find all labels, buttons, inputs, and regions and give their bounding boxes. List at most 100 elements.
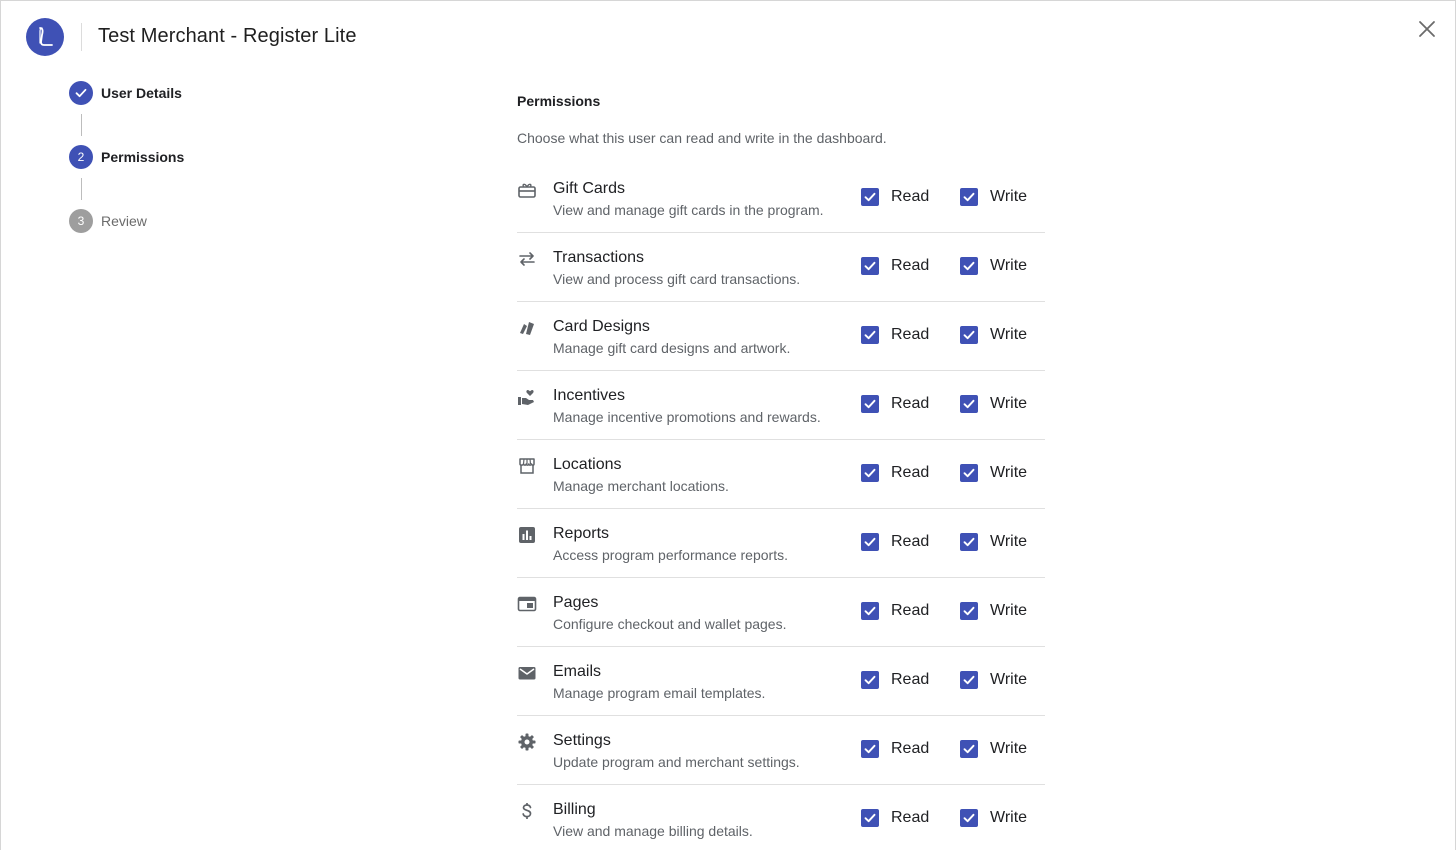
checkbox-checked-icon xyxy=(960,464,978,482)
hand-heart-icon xyxy=(517,387,537,407)
write-label: Write xyxy=(990,395,1028,412)
read-checkbox[interactable]: Read xyxy=(861,533,929,551)
permission-name: Incentives xyxy=(553,387,626,404)
transfer-arrows-icon xyxy=(517,249,537,269)
read-checkbox[interactable]: Read xyxy=(861,740,929,758)
permission-name: Settings xyxy=(553,732,611,749)
write-checkbox[interactable]: Write xyxy=(960,809,1027,827)
checkbox-checked-icon xyxy=(861,257,879,275)
permission-description: Manage gift card designs and artwork. xyxy=(553,340,791,356)
permission-description: Access program performance reports. xyxy=(553,547,788,563)
write-checkbox[interactable]: Write xyxy=(960,740,1027,758)
checkbox-checked-icon xyxy=(960,188,978,206)
write-checkbox[interactable]: Write xyxy=(960,188,1027,206)
close-icon xyxy=(1419,21,1435,37)
permission-name: Reports xyxy=(553,525,610,542)
checkbox-checked-icon xyxy=(960,395,978,413)
checkbox-checked-icon xyxy=(960,533,978,551)
permission-row-incentives: Incentives Manage incentive promotions a… xyxy=(517,371,1045,440)
checkbox-checked-icon xyxy=(861,395,879,413)
step-connector xyxy=(81,114,82,136)
read-label: Read xyxy=(891,671,930,688)
read-checkbox[interactable]: Read xyxy=(861,188,929,206)
write-checkbox[interactable]: Write xyxy=(960,326,1027,344)
section-description: Choose what this user can read and write… xyxy=(517,130,887,146)
permission-row-reports: Reports Access program performance repor… xyxy=(517,509,1045,578)
permission-name: Gift Cards xyxy=(553,180,626,197)
checkbox-checked-icon xyxy=(861,671,879,689)
write-label: Write xyxy=(990,257,1028,274)
permission-description: Configure checkout and wallet pages. xyxy=(553,616,787,632)
write-checkbox[interactable]: Write xyxy=(960,671,1027,689)
step-number: 2 xyxy=(69,145,93,169)
app-title: Test Merchant - Register Lite xyxy=(98,25,357,47)
read-label: Read xyxy=(891,809,930,826)
step-label: Permissions xyxy=(101,149,185,165)
permission-name: Transactions xyxy=(553,249,644,266)
step-label: Review xyxy=(101,213,147,229)
close-button[interactable] xyxy=(1414,16,1440,42)
checkbox-checked-icon xyxy=(861,602,879,620)
checkbox-checked-icon xyxy=(861,188,879,206)
permission-name: Card Designs xyxy=(553,318,650,335)
permission-description: View and manage billing details. xyxy=(553,823,753,839)
write-checkbox[interactable]: Write xyxy=(960,602,1027,620)
permission-description: Update program and merchant settings. xyxy=(553,754,800,770)
read-checkbox[interactable]: Read xyxy=(861,671,929,689)
write-label: Write xyxy=(990,671,1028,688)
checkbox-checked-icon xyxy=(960,602,978,620)
write-label: Write xyxy=(990,326,1028,343)
step-review[interactable]: 3 Review xyxy=(69,209,147,233)
read-checkbox[interactable]: Read xyxy=(861,464,929,482)
permission-description: View and process gift card transactions. xyxy=(553,271,801,287)
checkbox-checked-icon xyxy=(960,671,978,689)
checkbox-checked-icon xyxy=(861,326,879,344)
write-label: Write xyxy=(990,188,1028,205)
write-checkbox[interactable]: Write xyxy=(960,257,1027,275)
write-label: Write xyxy=(990,464,1028,481)
read-label: Read xyxy=(891,326,930,343)
step-user-details[interactable]: User Details xyxy=(69,81,182,105)
cards-stack-icon xyxy=(517,318,537,338)
permission-description: Manage merchant locations. xyxy=(553,478,729,494)
write-label: Write xyxy=(990,602,1028,619)
permission-row-locations: Locations Manage merchant locations. Rea… xyxy=(517,440,1045,509)
read-label: Read xyxy=(891,188,930,205)
write-checkbox[interactable]: Write xyxy=(960,533,1027,551)
permissions-list: Gift Cards View and manage gift cards in… xyxy=(517,164,1045,854)
checkbox-checked-icon xyxy=(861,809,879,827)
step-number: 3 xyxy=(69,209,93,233)
read-label: Read xyxy=(891,395,930,412)
permission-row-settings: Settings Update program and merchant set… xyxy=(517,716,1045,785)
permission-row-transactions: Transactions View and process gift card … xyxy=(517,233,1045,302)
web-page-icon xyxy=(517,594,537,614)
permission-name: Locations xyxy=(553,456,622,473)
step-permissions[interactable]: 2 Permissions xyxy=(69,145,184,169)
permission-description: Manage incentive promotions and rewards. xyxy=(553,409,821,425)
permission-description: Manage program email templates. xyxy=(553,685,766,701)
read-label: Read xyxy=(891,257,930,274)
write-checkbox[interactable]: Write xyxy=(960,464,1027,482)
read-checkbox[interactable]: Read xyxy=(861,326,929,344)
checkbox-checked-icon xyxy=(960,326,978,344)
read-checkbox[interactable]: Read xyxy=(861,809,929,827)
gear-icon xyxy=(517,732,537,752)
logo-l-icon xyxy=(26,18,64,56)
write-label: Write xyxy=(990,740,1028,757)
permission-row-pages: Pages Configure checkout and wallet page… xyxy=(517,578,1045,647)
read-label: Read xyxy=(891,533,930,550)
read-checkbox[interactable]: Read xyxy=(861,602,929,620)
step-label: User Details xyxy=(101,85,182,101)
permission-row-emails: Emails Manage program email templates. R… xyxy=(517,647,1045,716)
write-label: Write xyxy=(990,809,1028,826)
dollar-icon xyxy=(517,801,537,821)
permission-name: Pages xyxy=(553,594,599,611)
checkbox-checked-icon xyxy=(861,740,879,758)
read-checkbox[interactable]: Read xyxy=(861,257,929,275)
read-checkbox[interactable]: Read xyxy=(861,395,929,413)
read-label: Read xyxy=(891,464,930,481)
permission-row-billing: Billing View and manage billing details.… xyxy=(517,785,1045,854)
step-connector xyxy=(81,178,82,200)
checkbox-checked-icon xyxy=(861,464,879,482)
write-checkbox[interactable]: Write xyxy=(960,395,1027,413)
